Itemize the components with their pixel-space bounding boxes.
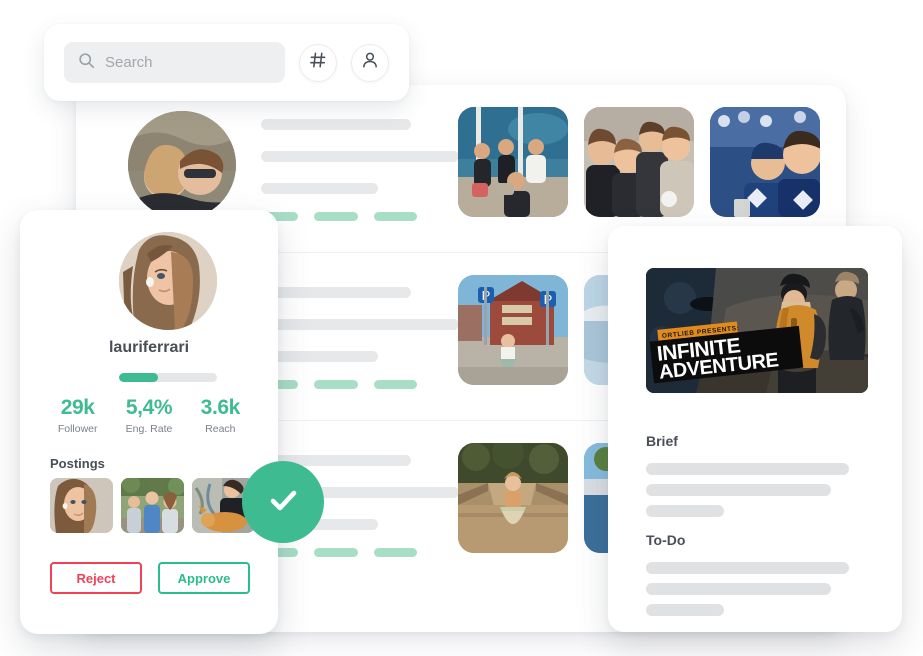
thumbnail[interactable]: P P xyxy=(458,275,568,385)
row-tags xyxy=(261,380,417,389)
avatar xyxy=(119,232,217,330)
avatar xyxy=(128,111,236,219)
check-icon xyxy=(263,480,303,525)
thumbnail[interactable] xyxy=(710,107,820,217)
hashtag-icon xyxy=(309,51,327,74)
search-field[interactable] xyxy=(64,42,285,83)
row-skeleton-lines xyxy=(261,119,459,194)
postings-gallery[interactable] xyxy=(50,478,255,533)
stat-label: Eng. Rate xyxy=(125,423,173,435)
brief-heading: Brief xyxy=(646,433,678,449)
postings-heading: Postings xyxy=(50,456,105,471)
campaign-hero-image[interactable]: ORTLIEB PRESENTS: INFINITE ADVENTURE xyxy=(646,268,868,393)
thumbnail[interactable] xyxy=(584,107,694,217)
search-icon xyxy=(78,52,95,74)
row-thumbnails[interactable] xyxy=(458,107,820,217)
person-icon xyxy=(361,51,379,74)
todo-heading: To-Do xyxy=(646,532,686,548)
search-toolbar xyxy=(44,24,409,101)
page-title: lauriferrari xyxy=(108,339,190,356)
row-tags xyxy=(261,548,417,557)
approval-actions: Reject Approve xyxy=(50,562,250,594)
profile-button[interactable] xyxy=(351,43,389,82)
thumbnail[interactable] xyxy=(458,443,568,553)
verified-badge xyxy=(242,461,324,543)
campaign-detail-panel: ORTLIEB PRESENTS: INFINITE ADVENTURE Bri… xyxy=(608,226,902,632)
influencer-profile-card: lauriferrari 29k Follower 5,4% Eng. Rate… xyxy=(20,210,324,634)
profile-stats: 29k Follower 5,4% Eng. Rate 3.6k Reach xyxy=(42,396,256,435)
profile-completion-fill xyxy=(119,373,159,382)
stat-label: Follower xyxy=(57,423,98,435)
stat-value: 5,4% xyxy=(125,396,173,419)
stat-reach: 3.6k Reach xyxy=(185,396,256,435)
thumbnail[interactable] xyxy=(458,107,568,217)
posting-thumbnail[interactable] xyxy=(50,478,113,533)
app-mockup: P P xyxy=(0,0,923,656)
stat-label: Reach xyxy=(205,423,236,435)
hashtag-button[interactable] xyxy=(299,43,337,82)
stat-value: 29k xyxy=(60,396,95,419)
stat-engagement-rate: 5,4% Eng. Rate xyxy=(113,396,184,435)
row-tags xyxy=(261,212,417,221)
search-input[interactable] xyxy=(105,54,271,71)
row-skeleton-lines xyxy=(261,287,459,362)
reject-button[interactable]: Reject xyxy=(50,562,142,594)
approve-button[interactable]: Approve xyxy=(158,562,250,594)
brief-skeleton xyxy=(646,463,849,517)
profile-completion-bar xyxy=(119,373,217,382)
posting-thumbnail[interactable] xyxy=(121,478,184,533)
stat-value: 3.6k xyxy=(200,396,241,419)
stat-follower: 29k Follower xyxy=(42,396,113,435)
todo-skeleton xyxy=(646,562,849,616)
